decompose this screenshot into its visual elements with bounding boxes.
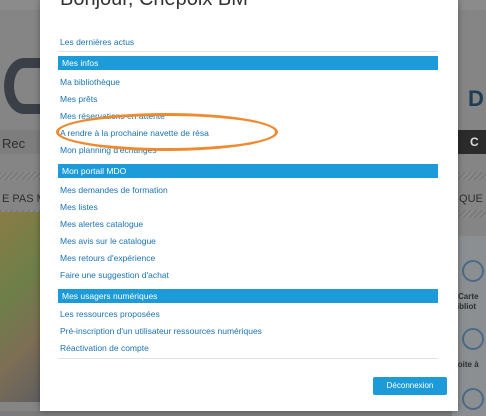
link-retours-experience[interactable]: Mes retours d'expérience [60,253,155,263]
bg-image-card [0,212,40,402]
bg-box-icon [462,328,484,350]
link-alertes-catalogue[interactable]: Mes alertes catalogue [60,219,143,229]
link-mes-listes[interactable]: Mes listes [60,202,98,212]
bg-right-letter: D [468,86,484,111]
section-header-mes-infos: Mes infos [58,56,438,70]
link-mes-reservations[interactable]: Mes réservations en attente [60,111,165,121]
link-reactivation-compte[interactable]: Réactivation de compte [60,343,149,353]
bg-search-button-label: C [470,135,479,149]
bg-search-text: Rec [2,136,26,151]
link-suggestion-achat[interactable]: Faire une suggestion d'achat [60,270,169,280]
link-demandes-formation[interactable]: Mes demandes de formation [60,185,168,195]
modal-title: Bonjour, Chepoix BM [60,0,248,11]
bg-map-icon [462,260,484,282]
section-header-portail-mdo: Mon portail MDO [58,164,438,178]
logout-button[interactable]: Déconnexion [373,377,447,395]
link-planning-echanges[interactable]: Mon planning d'échanges [60,145,157,155]
link-ma-bibliotheque[interactable]: Ma bibliothèque [60,77,120,87]
bg-menu-text-right: IQUE [456,193,483,205]
bg-doc-icon [462,388,484,410]
latest-news-link[interactable]: Les dernières actus [60,37,134,47]
link-ressources-proposees[interactable]: Les ressources proposées [60,309,160,319]
divider [58,51,438,52]
link-a-rendre-navette[interactable]: A rendre à la prochaine navette de résa [60,128,209,138]
link-avis-catalogue[interactable]: Mes avis sur le catalogue [60,236,156,246]
link-pre-inscription[interactable]: Pré-inscription d'un utilisateur ressour… [60,326,262,336]
account-modal: Bonjour, Chepoix BM Les dernières actus … [40,0,458,411]
bg-card-label: Carte [458,292,479,301]
bg-logo [4,58,44,114]
link-mes-prets[interactable]: Mes prêts [60,94,97,104]
section-header-usagers-numeriques: Mes usagers numériques [58,289,438,303]
divider [58,358,438,359]
